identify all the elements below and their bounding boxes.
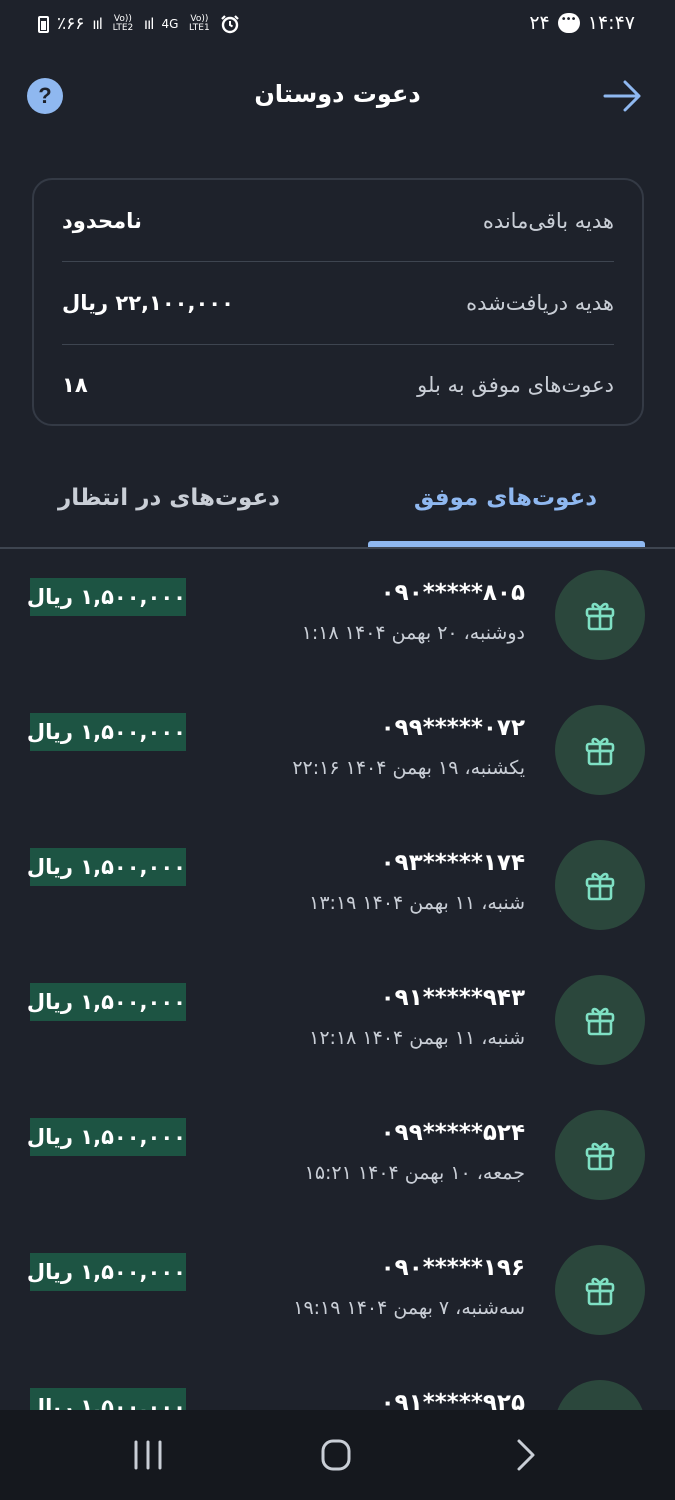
invite-amount-badge: ۱,۵۰۰,۰۰۰ ریال xyxy=(27,1118,186,1156)
tab-pending-invites[interactable]: دعوت‌های در انتظار xyxy=(58,485,280,511)
alarm-icon xyxy=(221,15,240,34)
battery-level: ٪۶۶ xyxy=(57,14,85,34)
invite-date: دوشنبه، ۲۰ بهمن ۱۴۰۴ ۱:۱۸ xyxy=(301,622,525,644)
invite-date: یکشنبه، ۱۹ بهمن ۱۴۰۴ ۲۲:۱۶ xyxy=(292,757,525,779)
invite-phone: ۰۹۰*****۱۹۶ xyxy=(380,1255,525,1281)
summary-card: هدیه باقی‌مانده نامحدود هدیه دریافت‌شده … xyxy=(32,178,644,426)
invite-date: شنبه، ۱۱ بهمن ۱۴۰۴ ۱۳:۱۹ xyxy=(309,892,525,914)
invite-amount-badge: ۱,۵۰۰,۰۰۰ ریال xyxy=(27,1253,186,1291)
received-gift-value: ۲۲,۱۰۰,۰۰۰ ریال xyxy=(62,291,234,315)
status-time: ۱۴:۴۷ xyxy=(587,12,635,34)
invite-amount-badge: ۱,۵۰۰,۰۰۰ ریال xyxy=(27,713,186,751)
sim1-label: Vo)) LTE1 xyxy=(189,14,210,33)
status-right: ۲۴ ۱۴:۴۷ xyxy=(529,12,635,34)
tab-successful-invites[interactable]: دعوت‌های موفق xyxy=(414,485,597,511)
invite-amount-badge: ۱,۵۰۰,۰۰۰ ریال xyxy=(27,1388,186,1410)
successful-invites-label: دعوت‌های موفق به بلو xyxy=(417,373,614,397)
invite-list[interactable]: ۰۹۰*****۸۰۵ دوشنبه، ۲۰ بهمن ۱۴۰۴ ۱:۱۸ ۱,… xyxy=(0,550,675,1410)
invite-phone: ۰۹۱*****۹۲۵ xyxy=(380,1390,525,1410)
system-nav-bar xyxy=(0,1410,675,1500)
tab-underline xyxy=(0,547,675,549)
gift-icon xyxy=(555,1380,645,1410)
notification-count: ۲۴ xyxy=(529,12,550,34)
invite-phone: ۰۹۳*****۱۷۴ xyxy=(380,850,525,876)
gift-icon xyxy=(555,1245,645,1335)
remaining-gift-value: نامحدود xyxy=(62,209,142,233)
back-chevron-icon[interactable] xyxy=(505,1438,545,1472)
invite-amount-badge: ۱,۵۰۰,۰۰۰ ریال xyxy=(27,983,186,1021)
signal-icon: ııl xyxy=(92,15,102,33)
invite-list-item[interactable]: ۰۹۰*****۱۹۶ سه‌شنبه، ۷ بهمن ۱۴۰۴ ۱۹:۱۹ ۱… xyxy=(0,1225,675,1360)
summary-row-successful-invites: دعوت‌های موفق به بلو ۱۸ xyxy=(62,344,614,426)
invite-list-item[interactable]: ۰۹۳*****۱۷۴ شنبه، ۱۱ بهمن ۱۴۰۴ ۱۳:۱۹ ۱,۵… xyxy=(0,820,675,955)
invite-list-item[interactable]: ۰۹۱*****۹۲۵ ۱,۵۰۰,۰۰۰ ریال xyxy=(0,1360,675,1410)
invite-list-item[interactable]: ۰۹۱*****۹۴۳ شنبه، ۱۱ بهمن ۱۴۰۴ ۱۲:۱۸ ۱,۵… xyxy=(0,955,675,1090)
recent-apps-icon[interactable] xyxy=(128,1438,168,1472)
app-header: ? دعوت دوستان xyxy=(0,60,675,132)
sim2-label: Vo)) LTE2 xyxy=(112,14,134,33)
gift-icon xyxy=(555,840,645,930)
invite-date: جمعه، ۱۰ بهمن ۱۴۰۴ ۱۵:۲۱ xyxy=(304,1162,525,1184)
signal-icon: ııl xyxy=(143,15,154,33)
chat-bubble-icon xyxy=(557,13,580,33)
remaining-gift-label: هدیه باقی‌مانده xyxy=(482,209,614,233)
arrow-right-icon[interactable] xyxy=(601,76,645,116)
gift-icon xyxy=(555,570,645,660)
invite-phone: ۰۹۹*****۵۲۴ xyxy=(380,1120,525,1146)
status-left: ٪۶۶ ııl Vo)) LTE2 ııl 4G Vo)) LTE1 xyxy=(38,14,240,34)
gift-icon xyxy=(555,1110,645,1200)
received-gift-label: هدیه دریافت‌شده xyxy=(466,291,614,315)
invite-phone: ۰۹۰*****۸۰۵ xyxy=(380,580,525,606)
network-label: 4G xyxy=(161,16,179,31)
invite-date: شنبه، ۱۱ بهمن ۱۴۰۴ ۱۲:۱۸ xyxy=(309,1027,525,1049)
invite-list-item[interactable]: ۰۹۹*****۵۲۴ جمعه، ۱۰ بهمن ۱۴۰۴ ۱۵:۲۱ ۱,۵… xyxy=(0,1090,675,1225)
successful-invites-value: ۱۸ xyxy=(62,373,88,397)
invite-date: سه‌شنبه، ۷ بهمن ۱۴۰۴ ۱۹:۱۹ xyxy=(293,1297,525,1319)
home-icon[interactable] xyxy=(316,1438,356,1472)
status-bar: ٪۶۶ ııl Vo)) LTE2 ııl 4G Vo)) LTE1 ۲۴ ۱۴… xyxy=(0,0,675,50)
summary-row-received-gift: هدیه دریافت‌شده ۲۲,۱۰۰,۰۰۰ ریال xyxy=(62,262,614,344)
invite-phone: ۰۹۱*****۹۴۳ xyxy=(380,985,525,1011)
battery-icon xyxy=(38,15,49,33)
gift-icon xyxy=(555,705,645,795)
invite-list-item[interactable]: ۰۹۹*****۰۷۲ یکشنبه، ۱۹ بهمن ۱۴۰۴ ۲۲:۱۶ ۱… xyxy=(0,685,675,820)
summary-row-remaining-gift: هدیه باقی‌مانده نامحدود xyxy=(62,180,614,262)
tab-bar: دعوت‌های موفق دعوت‌های در انتظار xyxy=(0,465,675,549)
gift-icon xyxy=(555,975,645,1065)
invite-amount-badge: ۱,۵۰۰,۰۰۰ ریال xyxy=(27,578,186,616)
invite-list-item[interactable]: ۰۹۰*****۸۰۵ دوشنبه، ۲۰ بهمن ۱۴۰۴ ۱:۱۸ ۱,… xyxy=(0,550,675,685)
invite-amount-badge: ۱,۵۰۰,۰۰۰ ریال xyxy=(27,848,186,886)
page-title: دعوت دوستان xyxy=(254,80,421,108)
invite-phone: ۰۹۹*****۰۷۲ xyxy=(380,715,525,741)
